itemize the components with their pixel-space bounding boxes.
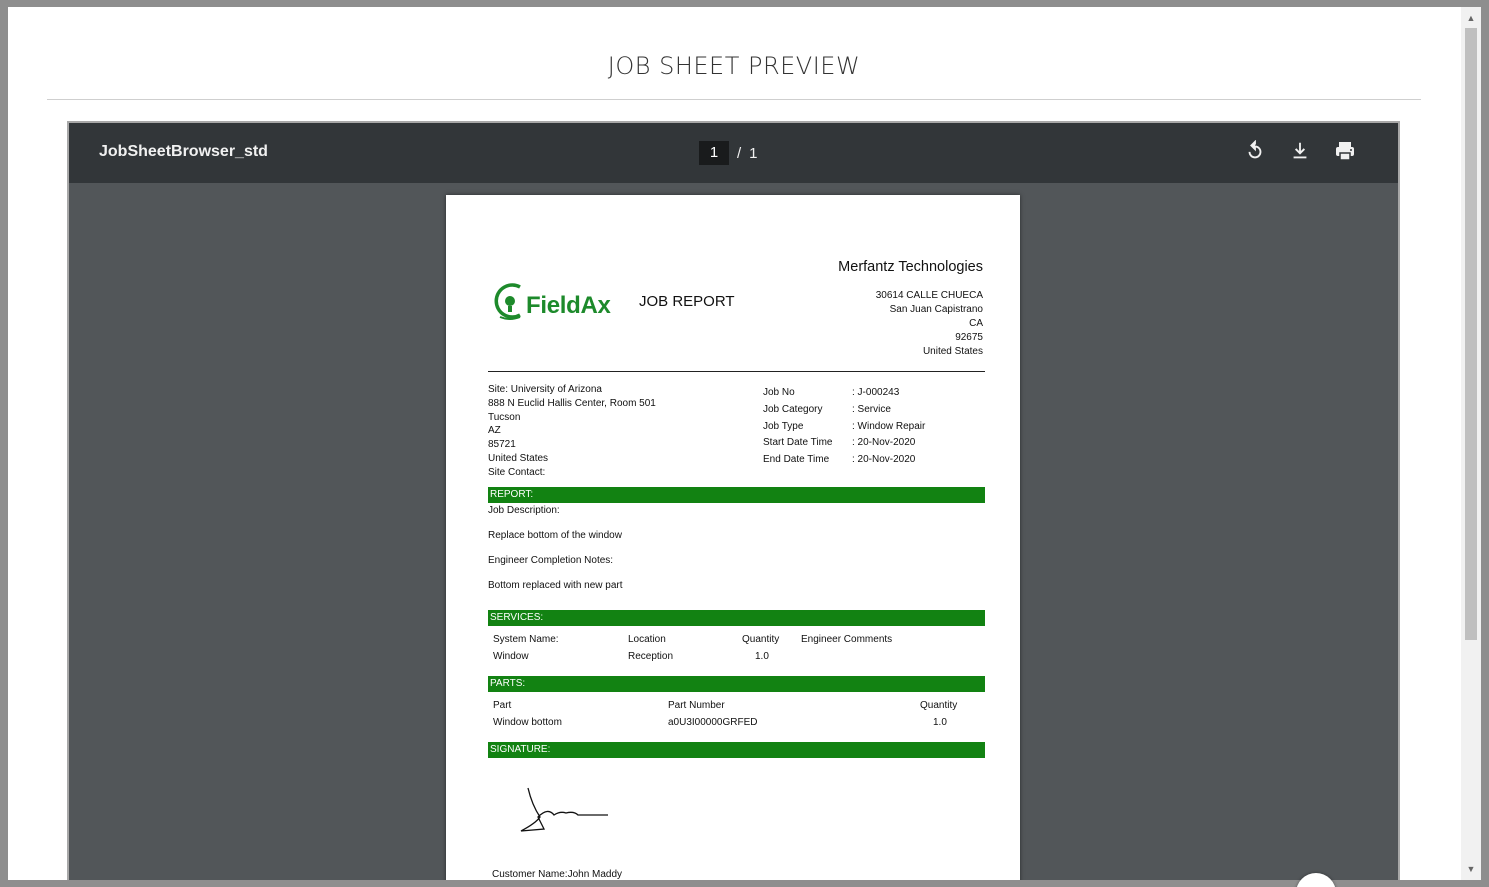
scroll-up-arrow-icon[interactable]: ▲	[1461, 10, 1481, 26]
job-field-values: : J-000243 : Service : Window Repair : 2…	[852, 385, 925, 469]
parts-cell: a0U3I00000GRFED	[668, 717, 758, 728]
rotate-button[interactable]	[1241, 139, 1269, 167]
download-icon	[1289, 140, 1311, 167]
site-line: Site Contact:	[488, 466, 546, 478]
job-field-value: : Service	[852, 403, 891, 415]
signature-image	[516, 785, 616, 840]
pdf-page: FieldAx JOB REPORT Merfantz Technologies…	[446, 195, 1020, 880]
address-line: United States	[922, 346, 983, 357]
services-column-header: Quantity	[742, 634, 780, 645]
job-field-label: Start Date Time	[763, 437, 833, 449]
services-cell: Window	[493, 651, 529, 662]
address-line: CA	[969, 318, 983, 329]
parts-cell: Window bottom	[493, 717, 562, 728]
signature-section-header: SIGNATURE:	[488, 742, 985, 758]
company-name: Merfantz Technologies	[838, 259, 983, 275]
site-line: 888 N Euclid Hallis Center, Room 501	[488, 397, 656, 409]
job-field-value: : J-000243	[852, 387, 900, 398]
site-details: Site: University of Arizona 888 N Euclid…	[488, 383, 656, 480]
parts-cell: 1.0	[933, 717, 947, 728]
parts-column-header: Part Number	[668, 700, 725, 711]
job-field-label: End Date Time	[763, 454, 830, 466]
site-line: AZ	[488, 425, 501, 437]
site-line: 85721	[488, 439, 516, 451]
site-line: Site: University of Arizona	[488, 384, 602, 395]
header-divider	[488, 371, 985, 372]
modal-divider	[47, 99, 1421, 100]
print-button[interactable]	[1331, 139, 1359, 167]
parts-column-header: Quantity	[920, 700, 958, 711]
job-field-value: : 20-Nov-2020	[852, 454, 916, 466]
page-indicator: 1 / 1	[699, 141, 758, 165]
report-line: Replace bottom of the window	[488, 530, 622, 541]
address-line: San Juan Capistrano	[889, 304, 983, 315]
job-sheet-preview-modal: JOB SHEET PREVIEW JobSheetBrowser_std 1 …	[8, 7, 1481, 880]
job-field-labels: Job No Job Category Job Type Start Date …	[763, 385, 832, 469]
modal-title: JOB SHEET PREVIEW	[607, 52, 861, 80]
services-column-header: Engineer Comments	[801, 634, 893, 645]
job-field-label: Job Type	[763, 420, 804, 432]
logo-text: FieldAx	[526, 292, 611, 319]
address-line: 30614 CALLE CHUECA	[875, 290, 983, 301]
job-field-value: : Window Repair	[852, 420, 926, 432]
customer-name: Customer Name:John Maddy	[492, 869, 623, 880]
pdf-filename: JobSheetBrowser_std	[99, 143, 268, 160]
fieldax-logo	[490, 277, 530, 328]
report-line: Engineer Completion Notes:	[488, 555, 614, 566]
report-section-header: REPORT:	[488, 487, 985, 503]
report-line: Job Description:	[488, 505, 560, 516]
services-cell: 1.0	[755, 651, 769, 662]
services-column-header: System Name:	[493, 634, 559, 645]
pdf-toolbar: JobSheetBrowser_std 1 / 1	[69, 123, 1398, 183]
page-total: 1	[749, 144, 758, 162]
download-button[interactable]	[1286, 139, 1314, 167]
page-number-input[interactable]: 1	[699, 141, 729, 165]
background-app-edge	[0, 0, 8, 887]
site-line: Tucson	[488, 411, 521, 423]
modal-scrollbar[interactable]: ▲ ▼	[1461, 7, 1481, 880]
job-field-label: Job No	[763, 387, 795, 398]
scroll-thumb[interactable]	[1465, 28, 1477, 640]
services-column-header: Location	[628, 634, 666, 645]
services-cell: Reception	[628, 651, 674, 662]
services-section-header: SERVICES:	[488, 610, 985, 626]
company-address: 30614 CALLE CHUECA San Juan Capistrano C…	[876, 289, 983, 359]
site-line: United States	[488, 452, 549, 464]
job-field-value: : 20-Nov-2020	[852, 437, 916, 449]
parts-section-header: PARTS:	[488, 676, 985, 692]
pdf-viewer: JobSheetBrowser_std 1 / 1 FieldAx JOB RE…	[67, 121, 1400, 880]
report-title: JOB REPORT	[639, 293, 735, 310]
report-line: Bottom replaced with new part	[488, 580, 623, 591]
parts-column-header: Part	[493, 700, 512, 711]
address-line: 92675	[955, 332, 983, 343]
scroll-down-arrow-icon[interactable]: ▼	[1461, 861, 1481, 877]
job-field-label: Job Category	[763, 403, 823, 415]
page-separator: /	[737, 144, 742, 162]
print-icon	[1333, 139, 1357, 168]
rotate-icon	[1244, 139, 1266, 167]
